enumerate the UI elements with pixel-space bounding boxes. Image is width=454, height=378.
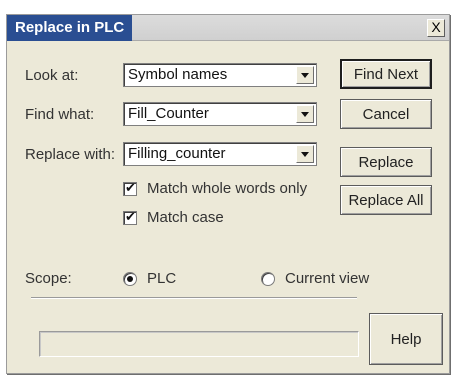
scope-plc-radio[interactable]	[123, 272, 137, 286]
chevron-down-icon[interactable]	[296, 145, 314, 163]
replace-with-value: Filling_counter	[128, 145, 226, 162]
look-at-select[interactable]: Symbol names	[123, 63, 317, 87]
title-bar: Replace in PLC X	[7, 15, 449, 41]
find-what-value: Fill_Counter	[128, 105, 209, 122]
help-button[interactable]: Help	[369, 313, 443, 365]
scope-label: Scope:	[25, 270, 72, 287]
replace-button[interactable]: Replace	[340, 147, 432, 177]
find-what-label: Find what:	[25, 106, 95, 123]
close-icon: X	[431, 19, 441, 35]
match-case-checkbox[interactable]: ✔	[123, 209, 137, 225]
close-button[interactable]: X	[427, 19, 445, 37]
match-whole-words-label: Match whole words only	[147, 180, 308, 197]
cancel-button[interactable]: Cancel	[340, 99, 432, 129]
match-whole-words-checkbox[interactable]: ✔	[123, 180, 137, 196]
replace-with-input[interactable]: Filling_counter	[123, 142, 317, 166]
scope-current-view-radio[interactable]	[261, 272, 275, 286]
look-at-value: Symbol names	[128, 66, 228, 83]
look-at-label: Look at:	[25, 67, 79, 84]
replace-with-label: Replace with:	[25, 146, 116, 163]
checkmark-icon: ✔	[125, 209, 136, 224]
replace-dialog: Replace in PLC X Look at: Symbol names F…	[6, 14, 450, 374]
radio-selected-icon	[127, 276, 133, 282]
dialog-title: Replace in PLC	[7, 15, 133, 41]
divider	[31, 297, 357, 299]
chevron-down-icon[interactable]	[296, 105, 314, 123]
find-what-input[interactable]: Fill_Counter	[123, 102, 317, 126]
scope-plc-label: PLC	[147, 270, 177, 287]
scope-current-view-label: Current view	[285, 270, 370, 287]
find-next-button[interactable]: Find Next	[340, 59, 432, 89]
checkmark-icon: ✔	[125, 180, 136, 195]
progress-bar	[39, 331, 359, 357]
chevron-down-icon[interactable]	[296, 66, 314, 84]
match-case-label: Match case	[147, 209, 224, 226]
replace-all-button[interactable]: Replace All	[340, 185, 432, 215]
